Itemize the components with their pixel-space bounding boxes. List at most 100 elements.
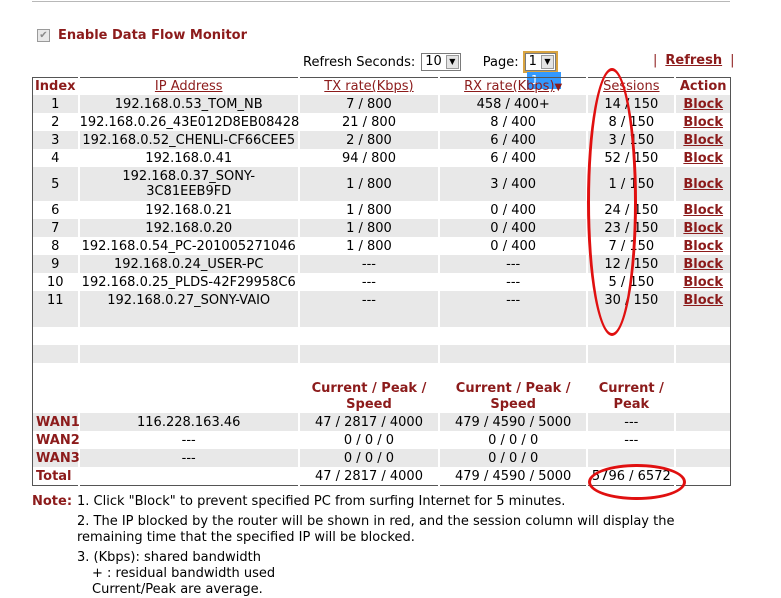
refresh-link[interactable]: Refresh xyxy=(665,53,722,68)
row-index: 9 xyxy=(32,255,79,273)
wan-action xyxy=(674,449,731,467)
block-button[interactable]: Block xyxy=(683,177,723,192)
refresh-link-wrap: | Refresh | xyxy=(653,53,735,68)
wan-tx: 47 / 2817 / 4000 xyxy=(297,413,440,431)
wan-sessions: --- xyxy=(586,431,676,449)
row-ip-address: 192.168.0.41 xyxy=(77,149,299,167)
block-button[interactable]: Block xyxy=(683,275,723,290)
row-index: 5 xyxy=(32,167,79,201)
page-select[interactable]: 1 ▼ xyxy=(522,51,558,73)
row-ip-address: 192.168.0.37_SONY-3C81EEB9FD xyxy=(77,167,299,201)
row-rx-rate: 0 / 400 xyxy=(438,219,588,237)
wan-action xyxy=(674,413,731,431)
enable-monitor-checkbox[interactable]: ✔ xyxy=(37,29,50,42)
summary-header-sessions: Current / Peak xyxy=(586,381,676,413)
row-rx-rate: 0 / 400 xyxy=(438,201,588,219)
row-ip-address: 192.168.0.52_CHENLI-CF66CEE5 xyxy=(77,131,299,149)
row-rx-rate: --- xyxy=(438,291,588,309)
refresh-seconds-value: 10 xyxy=(425,54,442,69)
block-button[interactable]: Block xyxy=(683,151,723,166)
row-rx-rate: 8 / 400 xyxy=(438,113,588,131)
sessions-highlight-ellipse xyxy=(587,68,637,336)
row-tx-rate: 1 / 800 xyxy=(297,201,440,219)
block-button[interactable]: Block xyxy=(683,203,723,218)
row-tx-rate: 1 / 800 xyxy=(297,219,440,237)
block-button[interactable]: Block xyxy=(683,97,723,112)
row-ip-address: 192.168.0.21 xyxy=(77,201,299,219)
wan-label: WAN2 xyxy=(36,432,80,448)
summary-header-row: Current / Peak / Speed Current / Peak / … xyxy=(33,381,731,413)
row-tx-rate: --- xyxy=(297,273,440,291)
wan-ip: --- xyxy=(77,449,299,467)
wan-tx: 47 / 2817 / 4000 xyxy=(297,467,440,486)
wan-tx: 0 / 0 / 0 xyxy=(297,449,440,467)
wan-rx: 0 / 0 / 0 xyxy=(438,431,588,449)
note-item-2: 2. The IP blocked by the router will be … xyxy=(77,514,675,545)
refresh-seconds-select[interactable]: 10 ▼ xyxy=(421,53,461,71)
page-value: 1 xyxy=(528,54,537,69)
header-action: Action xyxy=(674,77,731,95)
row-rx-rate: --- xyxy=(438,255,588,273)
row-ip-address: 192.168.0.54_PC-201005271046 xyxy=(77,237,299,255)
row-rx-rate: 0 / 400 xyxy=(438,237,588,255)
wan-rx: 479 / 4590 / 5000 xyxy=(438,467,588,486)
enable-monitor-label: Enable Data Flow Monitor xyxy=(58,28,248,43)
enable-monitor-row: ✔ Enable Data Flow Monitor xyxy=(37,28,247,43)
note-item-3a: 3. (Kbps): shared bandwidth xyxy=(77,550,261,565)
total-sessions-highlight-ellipse xyxy=(588,464,686,500)
refresh-controls: Refresh Seconds: 10 ▼ Page: 1 ▼ xyxy=(303,51,558,73)
header-ip-sort[interactable]: IP Address xyxy=(155,79,223,94)
row-tx-rate: 7 / 800 xyxy=(297,95,440,113)
row-index: 3 xyxy=(32,131,79,149)
row-ip-address: 192.168.0.25_PLDS-42F29958C6 xyxy=(77,273,299,291)
summary-header-tx: Current / Peak / Speed xyxy=(297,381,440,413)
wan-rx: 479 / 4590 / 5000 xyxy=(438,413,588,431)
row-rx-rate: 6 / 400 xyxy=(438,149,588,167)
block-button[interactable]: Block xyxy=(683,133,723,148)
row-rx-rate: 6 / 400 xyxy=(438,131,588,149)
row-ip-address: 192.168.0.24_USER-PC xyxy=(77,255,299,273)
row-index: 4 xyxy=(51,150,60,166)
row-index: 10 xyxy=(47,274,64,290)
row-index: 8 xyxy=(51,238,60,254)
row-tx-rate: 1 / 800 xyxy=(297,237,440,255)
block-button[interactable]: Block xyxy=(683,221,723,236)
wan-tx: 0 / 0 / 0 xyxy=(297,431,440,449)
empty-row xyxy=(32,345,731,363)
row-tx-rate: 2 / 800 xyxy=(297,131,440,149)
wan-sessions: --- xyxy=(586,413,676,431)
wan-label: WAN3 xyxy=(32,449,80,467)
empty-row xyxy=(33,327,731,345)
row-index: 6 xyxy=(51,202,60,218)
wan-label: Total xyxy=(36,468,72,484)
row-tx-rate: --- xyxy=(297,291,440,309)
row-index: 1 xyxy=(32,95,79,113)
row-ip-address: 192.168.0.20 xyxy=(77,219,299,237)
block-button[interactable]: Block xyxy=(683,115,723,130)
row-rx-rate: --- xyxy=(438,273,588,291)
note-label: Note: xyxy=(32,494,73,509)
block-button[interactable]: Block xyxy=(683,239,723,254)
row-ip-address: 192.168.0.53_TOM_NB xyxy=(77,95,299,113)
row-tx-rate: --- xyxy=(297,255,440,273)
row-tx-rate: 94 / 800 xyxy=(297,149,440,167)
row-tx-rate: 21 / 800 xyxy=(297,113,440,131)
wan-action xyxy=(674,431,731,449)
row-rx-rate: 3 / 400 xyxy=(438,167,588,201)
note-item-3c: Current/Peak are average. xyxy=(92,582,263,597)
block-button[interactable]: Block xyxy=(683,293,723,308)
header-tx-sort[interactable]: TX rate(Kbps) xyxy=(324,79,413,94)
wan-row: WAN2 --- 0 / 0 / 00 / 0 / 0 --- xyxy=(33,431,731,449)
chevron-down-icon: ▼ xyxy=(445,55,459,69)
wan-row: WAN1 116.228.163.46 47 / 2817 / 4000 479 / … xyxy=(32,413,731,431)
sort-arrow-icon: ▼ xyxy=(554,82,563,93)
block-button[interactable]: Block xyxy=(683,257,723,272)
wan-ip xyxy=(77,467,299,486)
note-item-3b: + : residual bandwidth used xyxy=(92,566,276,581)
row-ip-address: 192.168.0.27_SONY-VAIO xyxy=(77,291,299,309)
refresh-seconds-label: Refresh Seconds: xyxy=(303,54,416,70)
empty-row xyxy=(33,363,731,381)
row-index: 2 xyxy=(51,114,60,130)
row-ip-address: 192.168.0.26_43E012D8EB08428 xyxy=(77,113,300,131)
header-rx-sort[interactable]: RX rate(Kbps) xyxy=(464,79,554,94)
